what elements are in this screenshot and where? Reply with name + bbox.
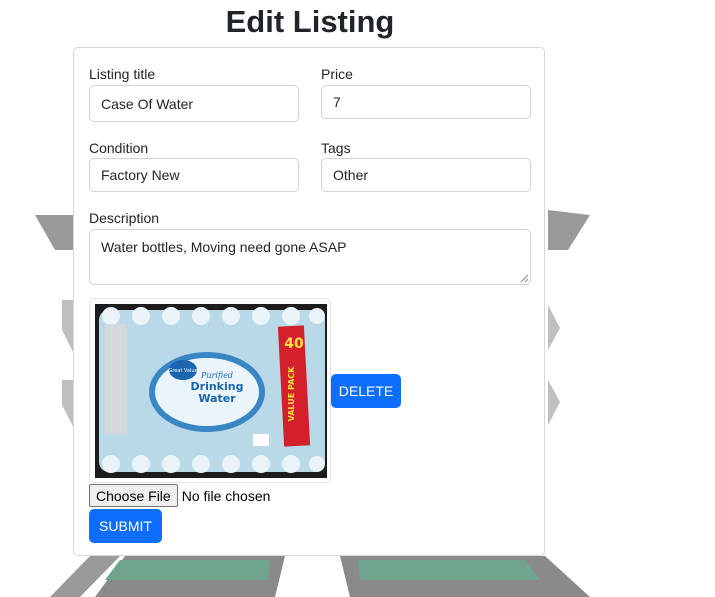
brand-text: Great Value bbox=[168, 368, 197, 374]
resize-grip-icon[interactable] bbox=[520, 274, 528, 282]
description-label: Description bbox=[89, 210, 160, 226]
choose-file-button[interactable]: Choose File bbox=[89, 484, 178, 507]
water-case-photo: Great Value Purified Drinking Water 40 V… bbox=[95, 304, 327, 478]
condition-input[interactable]: Factory New bbox=[89, 158, 299, 192]
submit-button[interactable]: SUBMIT bbox=[89, 509, 162, 543]
description-value: Water bottles, Moving need gone ASAP bbox=[101, 239, 347, 255]
price-input[interactable]: 7 bbox=[321, 85, 531, 119]
condition-label: Condition bbox=[89, 140, 149, 156]
price-value: 7 bbox=[333, 94, 341, 110]
tags-input[interactable]: Other bbox=[321, 158, 531, 192]
badge-text: VALUE PACK bbox=[287, 366, 296, 422]
page-title: Edit Listing bbox=[225, 4, 395, 39]
listing-title-value: Case Of Water bbox=[101, 95, 194, 112]
listing-image-thumbnail: Great Value Purified Drinking Water 40 V… bbox=[89, 298, 331, 483]
edit-listing-form: Listing title Case Of Water Price 7 Cond… bbox=[73, 47, 545, 556]
price-label: Price bbox=[321, 66, 353, 82]
condition-value: Factory New bbox=[101, 167, 180, 183]
emblem-right-wing bbox=[548, 210, 590, 425]
emblem-bottom bbox=[50, 556, 590, 597]
file-picker: Choose File No file chosen bbox=[89, 484, 270, 507]
label-line1-text: Purified bbox=[200, 371, 233, 380]
badge-count-text: 40 bbox=[284, 336, 304, 352]
description-textarea[interactable]: Water bottles, Moving need gone ASAP bbox=[89, 229, 531, 285]
label-line3-text: Water bbox=[198, 392, 236, 405]
tags-value: Other bbox=[333, 167, 369, 183]
listing-title-input[interactable]: Case Of Water bbox=[89, 85, 299, 122]
tags-label: Tags bbox=[321, 140, 351, 156]
file-status-text: No file chosen bbox=[181, 487, 271, 504]
delete-image-button[interactable]: DELETE bbox=[331, 374, 401, 408]
listing-title-label: Listing title bbox=[89, 66, 156, 82]
